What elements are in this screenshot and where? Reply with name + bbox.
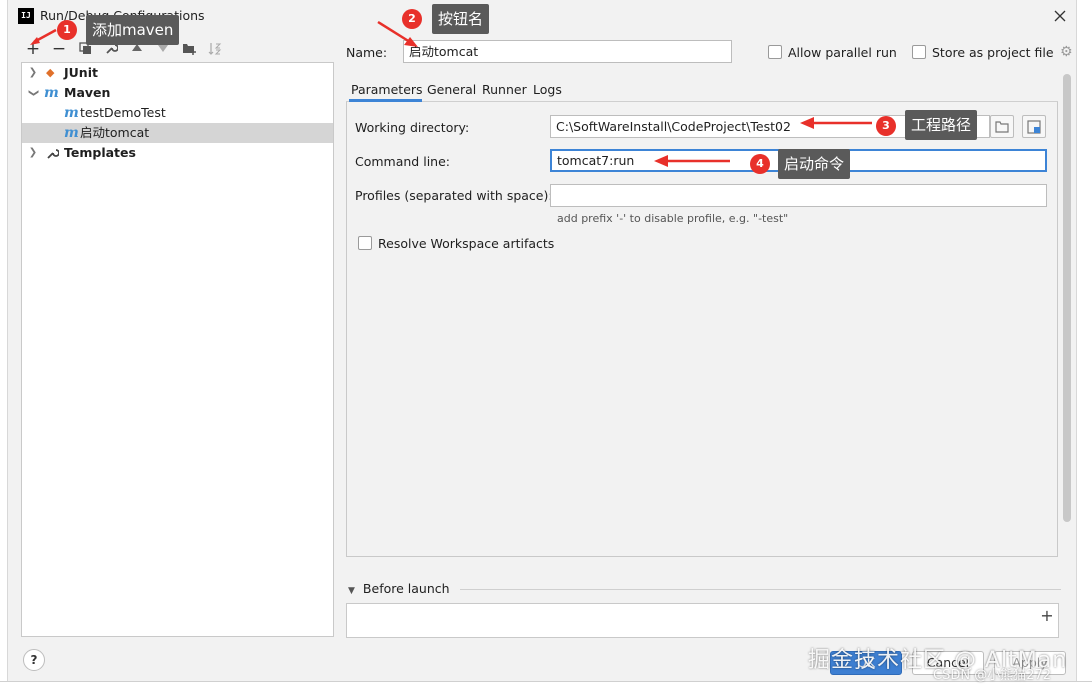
allow-parallel-checkbox[interactable] — [768, 45, 782, 59]
annotation-arrow-4 — [654, 155, 730, 167]
background-window-right — [1076, 0, 1092, 691]
annotation-callout-2: 按钮名 — [432, 4, 490, 34]
help-button[interactable]: ? — [23, 649, 45, 671]
working-directory-label: Working directory: — [355, 120, 470, 135]
name-input[interactable]: 启动tomcat — [403, 40, 732, 63]
chevron-down-icon: ❯ — [28, 88, 39, 98]
before-launch-title: Before launch — [362, 581, 450, 596]
allow-parallel-label: Allow parallel run — [788, 45, 897, 60]
sort-button[interactable] — [206, 40, 224, 58]
background-window-bottom — [0, 681, 1092, 691]
profiles-label: Profiles (separated with space): — [355, 188, 553, 203]
new-folder-button[interactable] — [180, 40, 198, 58]
junit-icon: ◆ — [46, 66, 55, 79]
tree-item-label: 启动tomcat — [80, 125, 150, 140]
before-launch-divider — [460, 589, 1061, 590]
annotation-arrow-1 — [30, 28, 57, 45]
tree-item-label: testDemoTest — [80, 105, 166, 120]
annotation-arrow-3 — [800, 117, 872, 129]
store-project-file-label: Store as project file — [932, 45, 1054, 60]
resolve-workspace-checkbox[interactable] — [358, 236, 372, 250]
tree-item-label: JUnit — [64, 65, 98, 80]
store-project-file-checkbox[interactable] — [912, 45, 926, 59]
profiles-hint: add prefix '-' to disable profile, e.g. … — [557, 212, 789, 225]
chevron-right-icon: ❯ — [28, 147, 38, 158]
folder-icon — [995, 121, 1009, 133]
run-debug-dialog: IJ Run/Debug Configurations + − ❯ ◆ JUni… — [8, 0, 1076, 683]
maven-icon: m — [64, 125, 79, 141]
tab-parameters[interactable]: Parameters — [351, 82, 423, 97]
tree-item-testdemotest[interactable]: m testDemoTest — [22, 103, 333, 123]
browse-folder-button[interactable] — [990, 115, 1014, 138]
wrench-icon — [46, 143, 60, 166]
close-button[interactable] — [1048, 4, 1072, 28]
tree-item-maven[interactable]: ❯ m Maven — [22, 83, 333, 103]
before-launch-header[interactable]: ▼ Before launch — [348, 581, 450, 596]
gear-icon[interactable]: ⚙ — [1060, 44, 1073, 60]
tree-item-label: Maven — [64, 85, 111, 100]
command-line-label: Command line: — [355, 154, 450, 169]
resolve-workspace-label: Resolve Workspace artifacts — [378, 236, 555, 251]
close-icon — [1054, 10, 1066, 22]
sort-az-icon — [208, 43, 222, 55]
before-launch-list — [346, 603, 1059, 638]
annotation-badge-4: 4 — [750, 154, 770, 174]
chevron-down-icon: ▼ — [348, 586, 355, 596]
tab-general[interactable]: General — [427, 82, 476, 97]
maven-icon: m — [44, 85, 59, 101]
background-window-left — [0, 0, 8, 691]
scrollbar[interactable] — [1063, 74, 1071, 522]
tab-runner[interactable]: Runner — [482, 82, 527, 97]
folder-plus-icon — [183, 44, 196, 55]
annotation-callout-1: 添加maven — [86, 15, 180, 45]
intellij-logo-icon: IJ — [18, 8, 34, 24]
add-task-button[interactable]: + — [1037, 606, 1057, 626]
annotation-callout-4: 启动命令 — [778, 149, 851, 179]
configuration-tree: ❯ ◆ JUnit ❯ m Maven m testDemoTest m 启动t… — [21, 62, 334, 637]
maven-icon: m — [64, 105, 79, 121]
tree-item-label: Templates — [64, 145, 136, 160]
select-module-button[interactable] — [1022, 115, 1046, 138]
tab-logs[interactable]: Logs — [533, 82, 562, 97]
watermark-sub: CSDN @小熊猫272 — [933, 668, 1052, 683]
tree-item-templates[interactable]: ❯ Templates — [22, 143, 333, 163]
annotation-arrow-2 — [377, 20, 418, 47]
tree-item-start-tomcat[interactable]: m 启动tomcat — [22, 123, 333, 143]
module-icon — [1027, 120, 1041, 134]
tree-item-junit[interactable]: ❯ ◆ JUnit — [22, 63, 333, 83]
chevron-right-icon: ❯ — [28, 67, 38, 78]
profiles-input[interactable] — [550, 184, 1047, 207]
annotation-callout-3: 工程路径 — [905, 110, 978, 140]
annotation-badge-3: 3 — [876, 116, 896, 136]
